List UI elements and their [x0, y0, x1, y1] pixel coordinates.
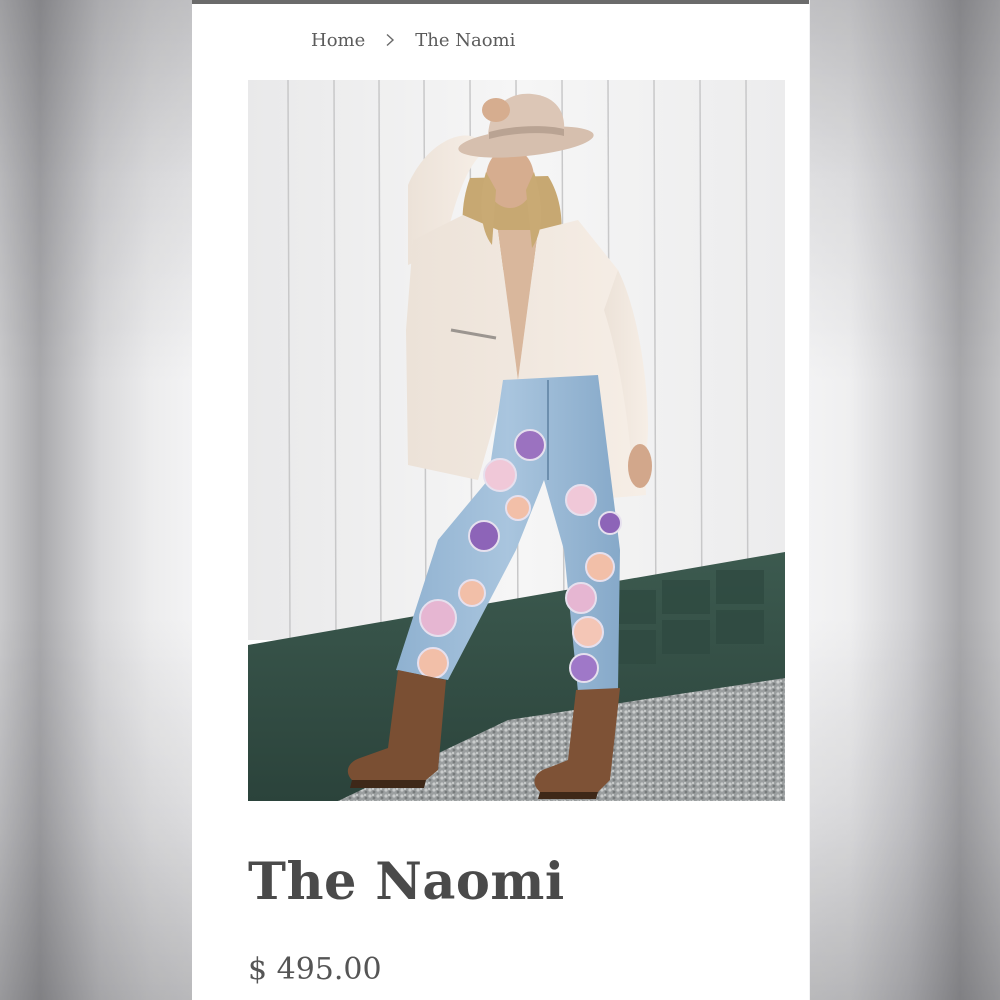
right-backdrop — [810, 0, 1000, 1000]
product-title: The Naomi — [248, 852, 565, 912]
breadcrumb-home-link[interactable]: Home — [311, 30, 365, 51]
breadcrumb-current: The Naomi — [415, 29, 516, 51]
breadcrumb: Home The Naomi — [311, 27, 515, 53]
product-image-illustration — [248, 80, 785, 801]
product-page: Home The Naomi The Naomi $ 495.00 — [192, 0, 809, 1000]
product-price: $ 495.00 — [248, 952, 382, 987]
product-image[interactable] — [248, 80, 785, 801]
chevron-right-icon — [385, 33, 395, 47]
left-backdrop — [0, 0, 192, 1000]
top-status-bar — [192, 0, 809, 4]
